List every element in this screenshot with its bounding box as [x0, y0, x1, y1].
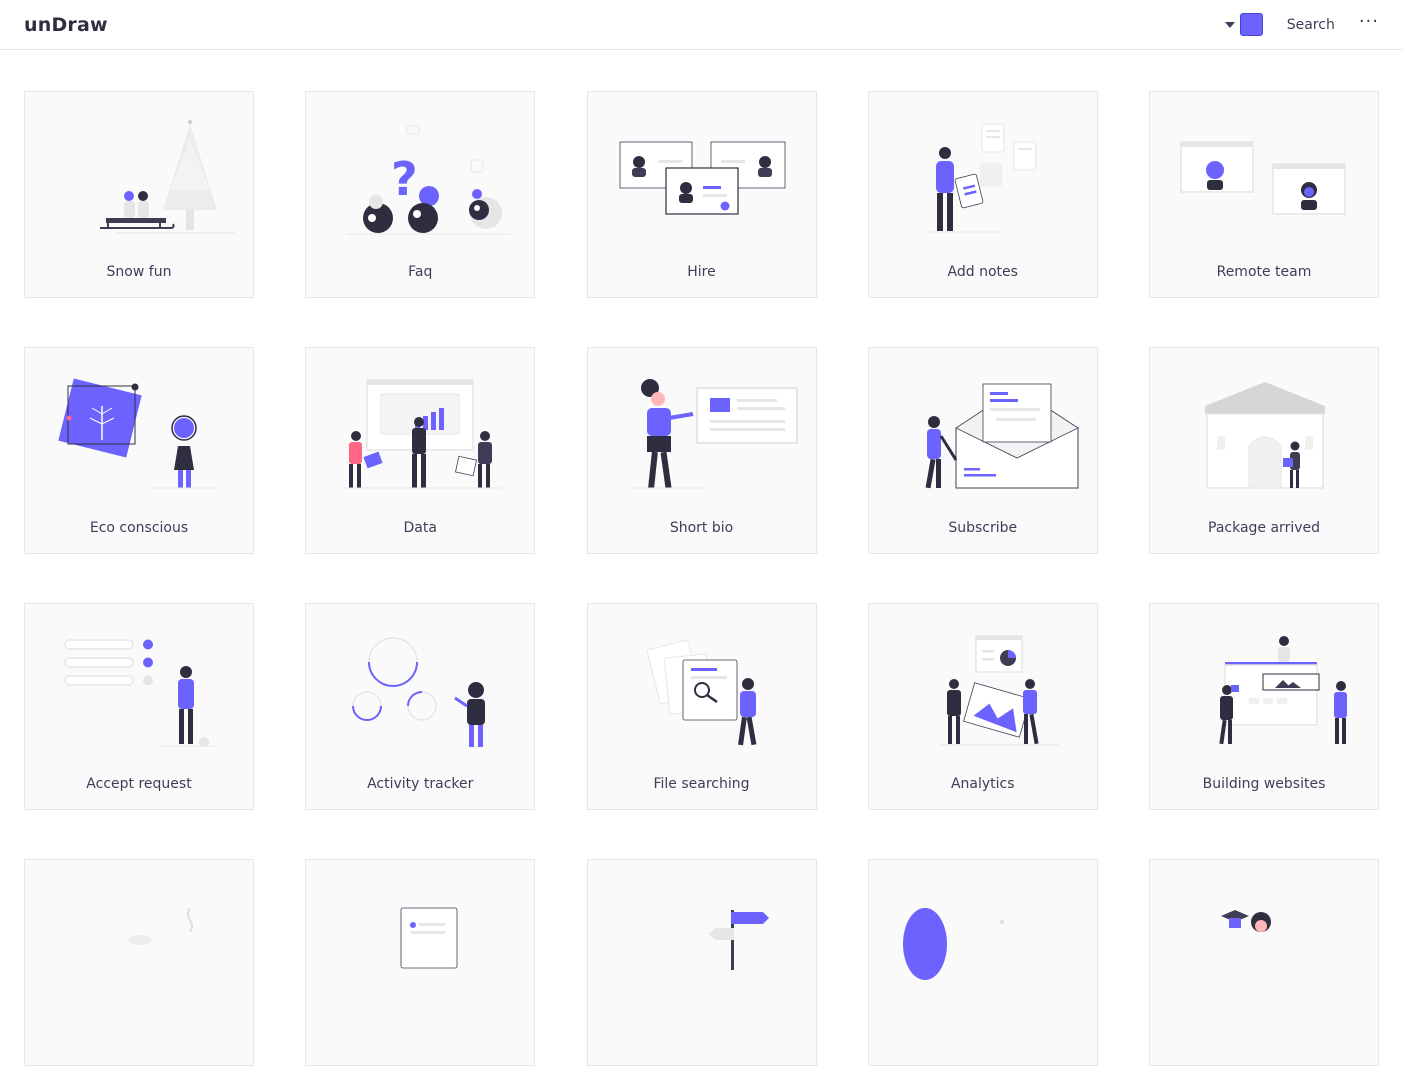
- illustration-card[interactable]: Hire: [586, 91, 817, 298]
- partial-illustration: [128, 907, 193, 945]
- illustration-title: File searching: [653, 776, 750, 792]
- illustration-card[interactable]: [586, 859, 817, 1066]
- illustration-card[interactable]: [305, 859, 536, 1066]
- illustration-card[interactable]: [867, 859, 1098, 1066]
- more-options-icon[interactable]: ···: [1359, 12, 1379, 37]
- partial-illustration: [902, 908, 1004, 980]
- illustration-card[interactable]: Subscribe: [867, 347, 1098, 554]
- header-actions: Search ···: [1224, 0, 1379, 50]
- illustration-card[interactable]: Accept request: [24, 603, 254, 810]
- illustration-title: Package arrived: [1208, 520, 1320, 536]
- building-websites-illustration: [1219, 636, 1347, 745]
- undraw-logo[interactable]: unDraw: [24, 14, 108, 36]
- illustration-card[interactable]: [24, 859, 254, 1066]
- illustration-card[interactable]: [1149, 859, 1379, 1066]
- illustration-title: Short bio: [669, 520, 734, 536]
- remote-team-illustration: [1180, 141, 1346, 215]
- illustration-title: Accept request: [86, 776, 192, 792]
- analytics-illustration: [938, 635, 1059, 746]
- faq-illustration: ?: [346, 125, 512, 235]
- caret-down-icon[interactable]: [1224, 21, 1235, 28]
- subscribe-illustration: [925, 383, 1079, 489]
- illustration-title: Analytics: [950, 776, 1015, 792]
- partial-illustration: [400, 907, 458, 969]
- illustration-card[interactable]: Activity tracker: [305, 603, 536, 810]
- search-button[interactable]: Search: [1287, 17, 1335, 33]
- top-navigation-bar: unDraw Search ···: [0, 0, 1403, 50]
- illustration-card[interactable]: File searching: [586, 603, 817, 810]
- data-illustration: [341, 379, 502, 489]
- illustration-card[interactable]: Building websites: [1149, 603, 1379, 810]
- illustration-title: Building websites: [1202, 776, 1326, 792]
- snow-fun-illustration: [100, 120, 235, 234]
- svg-text:?: ?: [391, 152, 418, 206]
- illustration-card[interactable]: Snow fun: [24, 91, 254, 298]
- illustration-card[interactable]: Eco conscious: [24, 347, 254, 554]
- illustration-card[interactable]: Short bio: [586, 347, 817, 554]
- illustration-title: Remote team: [1216, 264, 1312, 280]
- illustration-card[interactable]: Package arrived: [1149, 347, 1379, 554]
- accept-request-illustration: [64, 639, 215, 747]
- hire-illustration: [619, 141, 785, 215]
- illustration-title: Hire: [687, 264, 716, 280]
- activity-tracker-illustration: [352, 637, 486, 747]
- illustration-card[interactable]: ? Faq: [305, 91, 536, 298]
- illustration-title: Eco conscious: [89, 520, 189, 536]
- accent-color-swatch[interactable]: [1239, 13, 1263, 36]
- add-notes-illustration: [923, 123, 1037, 233]
- illustration-title: Activity tracker: [367, 776, 474, 792]
- partial-illustration: [708, 910, 769, 970]
- illustration-title: Subscribe: [948, 520, 1018, 536]
- file-searching-illustration: [646, 639, 756, 746]
- illustration-card[interactable]: Add notes: [867, 91, 1098, 298]
- illustration-grid: Snow fun ? Faq Hire Add notes Remote tea…: [24, 91, 1379, 1066]
- illustration-card[interactable]: Data: [305, 347, 536, 554]
- illustration-title: Add notes: [947, 264, 1018, 280]
- eco-conscious-illustration: [58, 378, 220, 489]
- illustration-title: Faq: [408, 264, 433, 280]
- illustration-title: Data: [403, 520, 437, 536]
- illustration-title: Snow fun: [106, 264, 172, 280]
- illustration-card[interactable]: Analytics: [867, 603, 1098, 810]
- accent-color-picker[interactable]: [1224, 13, 1263, 36]
- short-bio-illustration: [632, 379, 798, 489]
- illustration-card[interactable]: Remote team: [1149, 91, 1379, 298]
- package-arrived-illustration: [1205, 382, 1325, 489]
- partial-illustration: [1221, 910, 1271, 932]
